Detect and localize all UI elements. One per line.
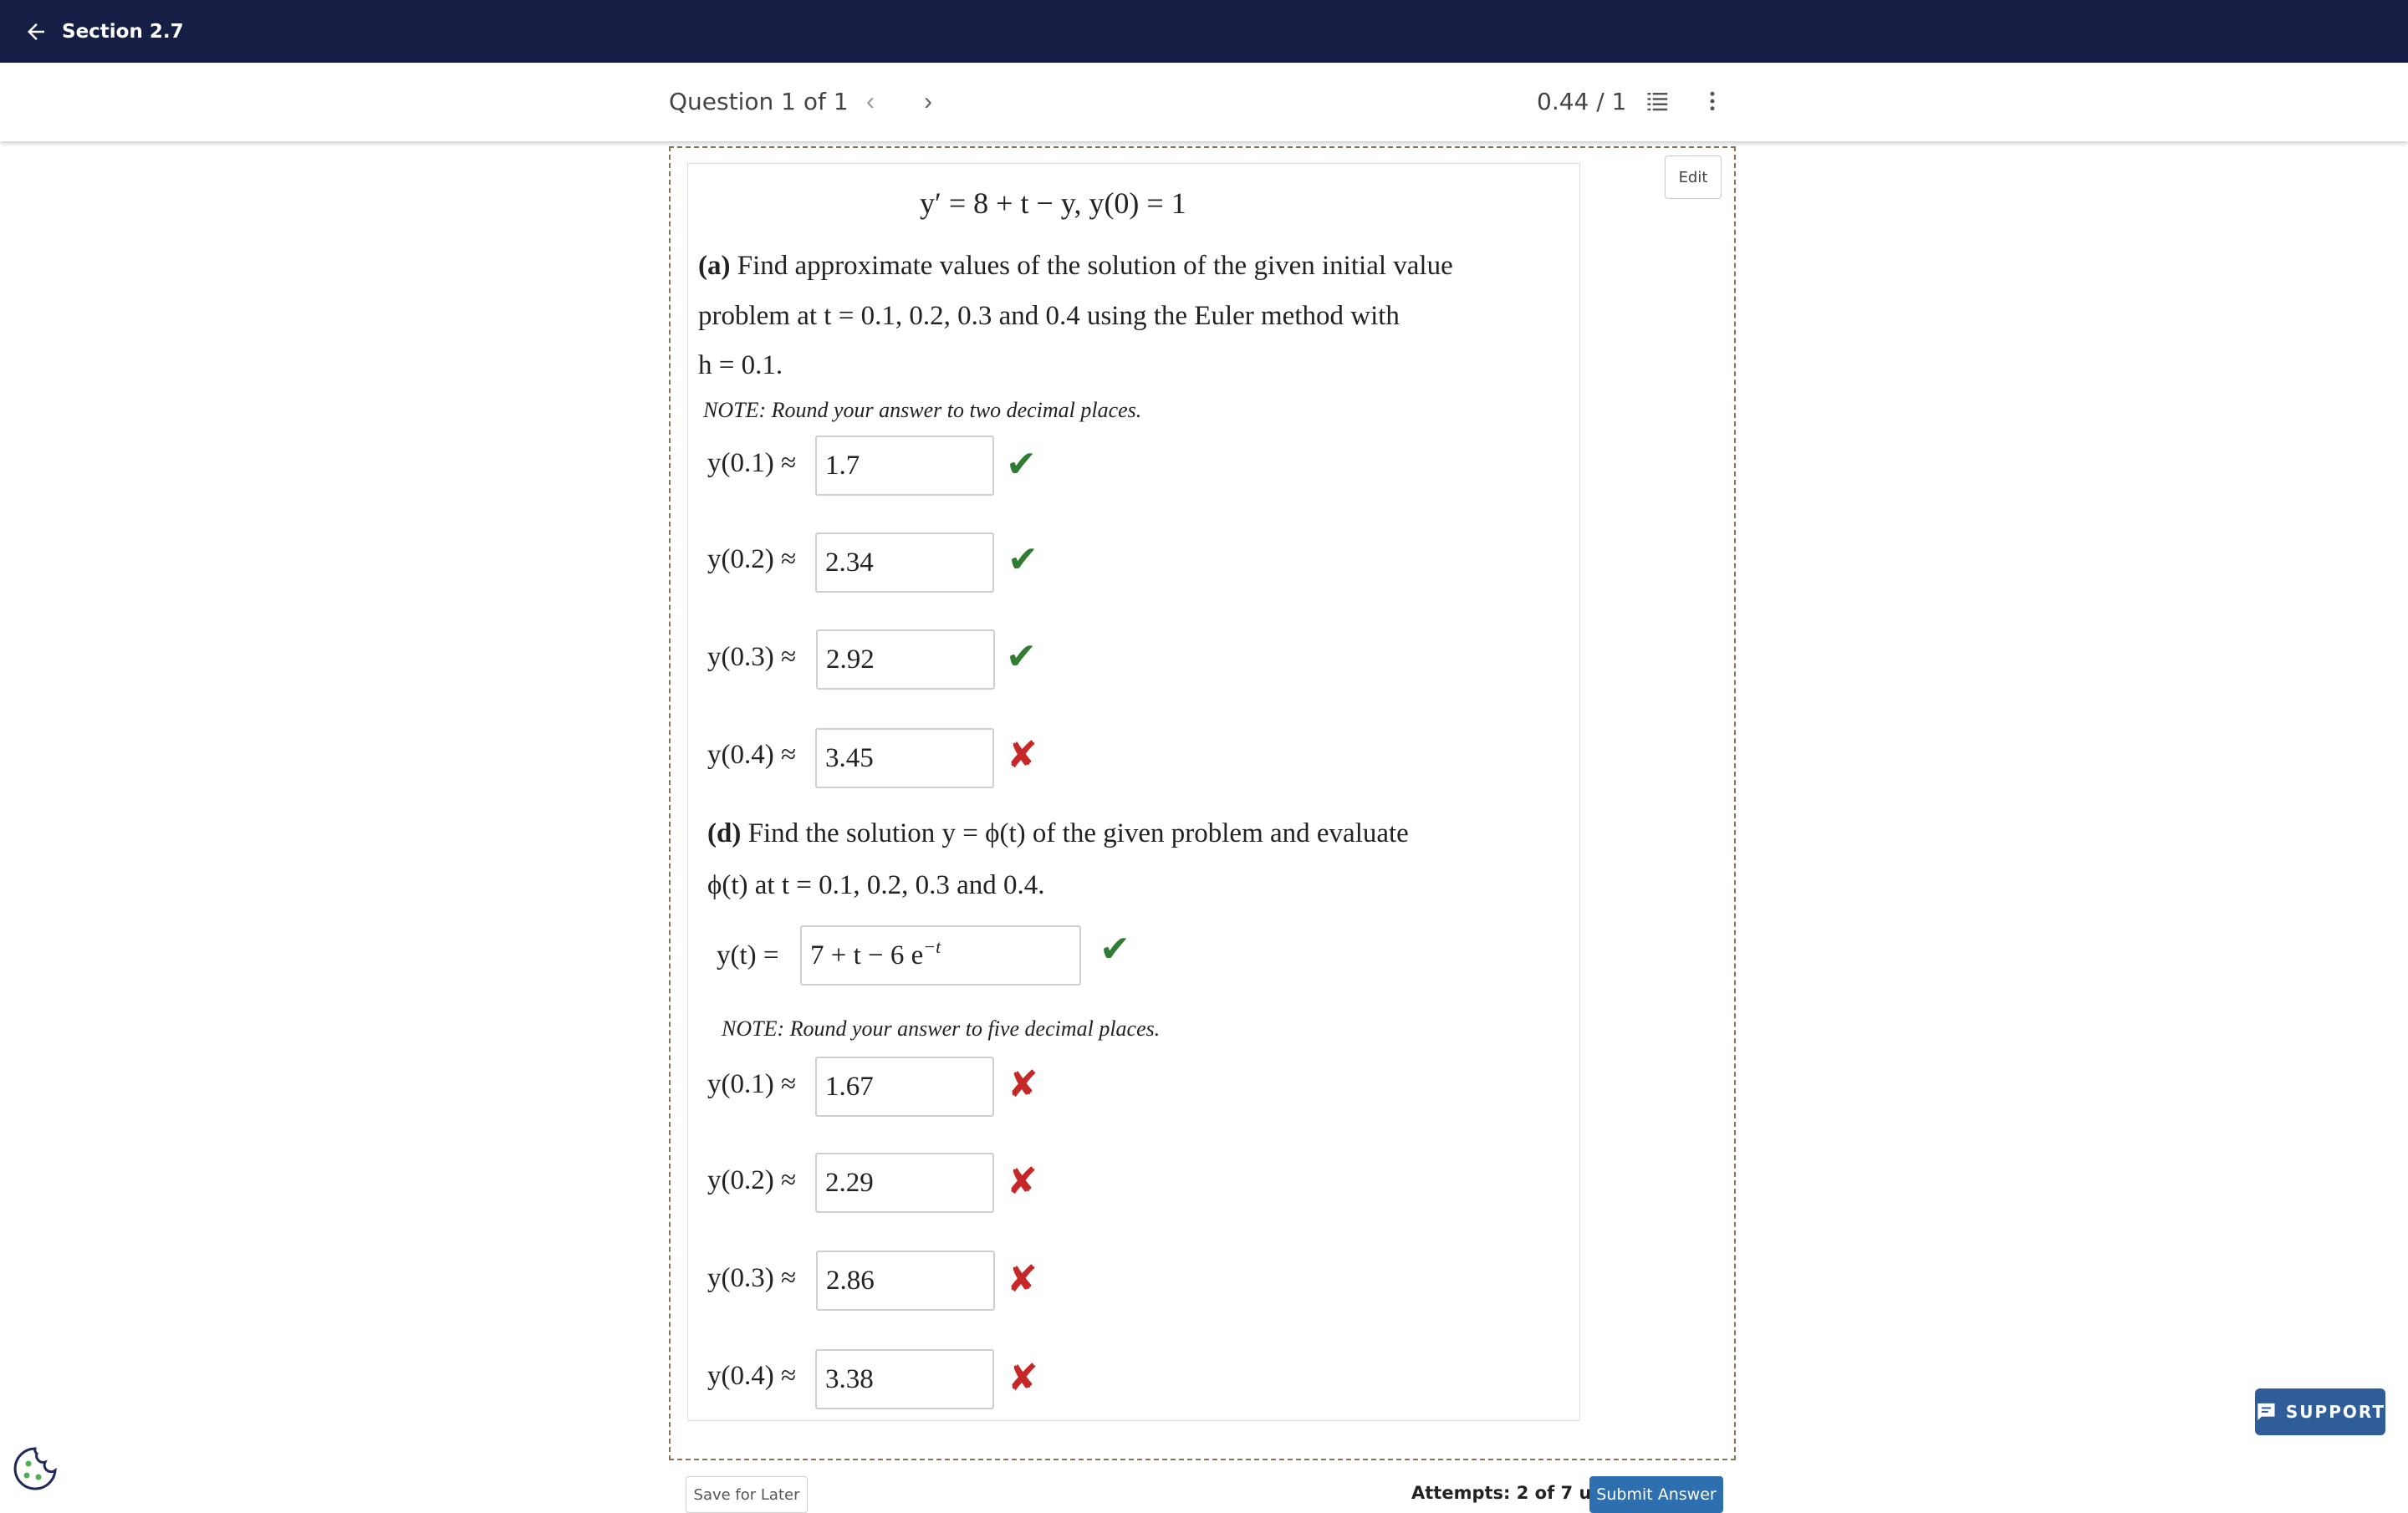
answer-label: y(0.4) ≈ [707,740,797,770]
answer-label: y(0.3) ≈ [707,642,797,672]
correct-check-icon: ✔ [1006,443,1037,486]
part-a-label: (a) [698,251,731,281]
part-d-label: (d) [707,818,742,848]
incorrect-cross-icon: ✘ [1008,1063,1038,1106]
answer-label: y(0.1) ≈ [707,1069,797,1099]
chat-icon [2258,1403,2275,1421]
part-a-note: NOTE: Round your answer to two decimal p… [703,398,1142,422]
answer-input[interactable]: 3.45 [815,728,994,788]
part-d-note: NOTE: Round your answer to five decimal … [722,1016,1161,1041]
answer-input[interactable]: 2.29 [815,1153,994,1213]
next-question-button[interactable]: › [924,88,932,116]
part-a-text-2: problem at t = 0.1, 0.2, 0.3 and 0.4 usi… [698,301,1400,331]
previous-question-button[interactable]: ‹ [866,88,875,116]
answer-label: y(0.3) ≈ [707,1263,797,1293]
differential-equation: y′ = 8 + t − y, y(0) = 1 [920,186,1186,220]
submit-answer-button[interactable]: Submit Answer [1589,1476,1723,1513]
support-button[interactable]: SUPPORT [2255,1388,2385,1435]
incorrect-cross-icon: ✘ [1008,1357,1038,1399]
solution-value: 7 + t − 6 e [810,940,924,970]
question-card [687,163,1580,1421]
arrow-left-icon[interactable] [23,19,48,44]
answer-input[interactable]: 1.7 [815,436,994,496]
incorrect-cross-icon: ✘ [1007,1258,1038,1301]
answer-input[interactable]: 2.34 [815,532,994,593]
part-d-text-2: ϕ(t) at t = 0.1, 0.2, 0.3 and 0.4. [707,870,1045,900]
answer-label: y(0.1) ≈ [707,448,797,478]
answer-input[interactable]: 1.67 [815,1057,994,1117]
part-a-text-1: Find approximate values of the solution … [737,251,1453,281]
correct-check-icon: ✔ [1008,538,1038,581]
question-header: Question 1 of 1 ‹ › 0.44 / 1 [0,63,2408,141]
solution-label: y(t) = [717,940,779,970]
question-count: Question 1 of 1 [669,88,849,115]
part-a-text-3: h = 0.1. [698,350,783,380]
answer-input[interactable]: 2.92 [816,629,995,690]
part-d-text-1: Find the solution y = ϕ(t) of the given … [747,818,1409,848]
support-label: SUPPORT [2285,1402,2385,1422]
answer-input[interactable]: 3.38 [815,1349,994,1409]
part-a-line-1: (a) Find approximate values of the solut… [698,251,1453,282]
top-bar: Section 2.7 [0,0,2408,63]
correct-check-icon: ✔ [1006,635,1037,678]
solution-exponent: −t [923,936,941,957]
question-list-icon[interactable] [1645,89,1671,114]
incorrect-cross-icon: ✘ [1007,1160,1038,1203]
score: 0.44 / 1 [1537,88,1627,115]
more-options-icon[interactable] [1706,89,1719,114]
correct-check-icon: ✔ [1099,928,1130,970]
incorrect-cross-icon: ✘ [1007,734,1038,777]
answer-label: y(0.2) ≈ [707,544,797,574]
solution-input[interactable]: 7 + t − 6 e −t [800,925,1081,986]
edit-button[interactable]: Edit [1665,155,1722,199]
cookie-icon[interactable] [12,1445,59,1492]
answer-label: y(0.2) ≈ [707,1165,797,1195]
answer-input[interactable]: 2.86 [816,1251,995,1311]
part-d-line-1: (d) Find the solution y = ϕ(t) of the gi… [707,818,1409,849]
section-title[interactable]: Section 2.7 [62,21,184,43]
answer-label: y(0.4) ≈ [707,1361,797,1391]
save-for-later-button[interactable]: Save for Later [686,1476,808,1513]
